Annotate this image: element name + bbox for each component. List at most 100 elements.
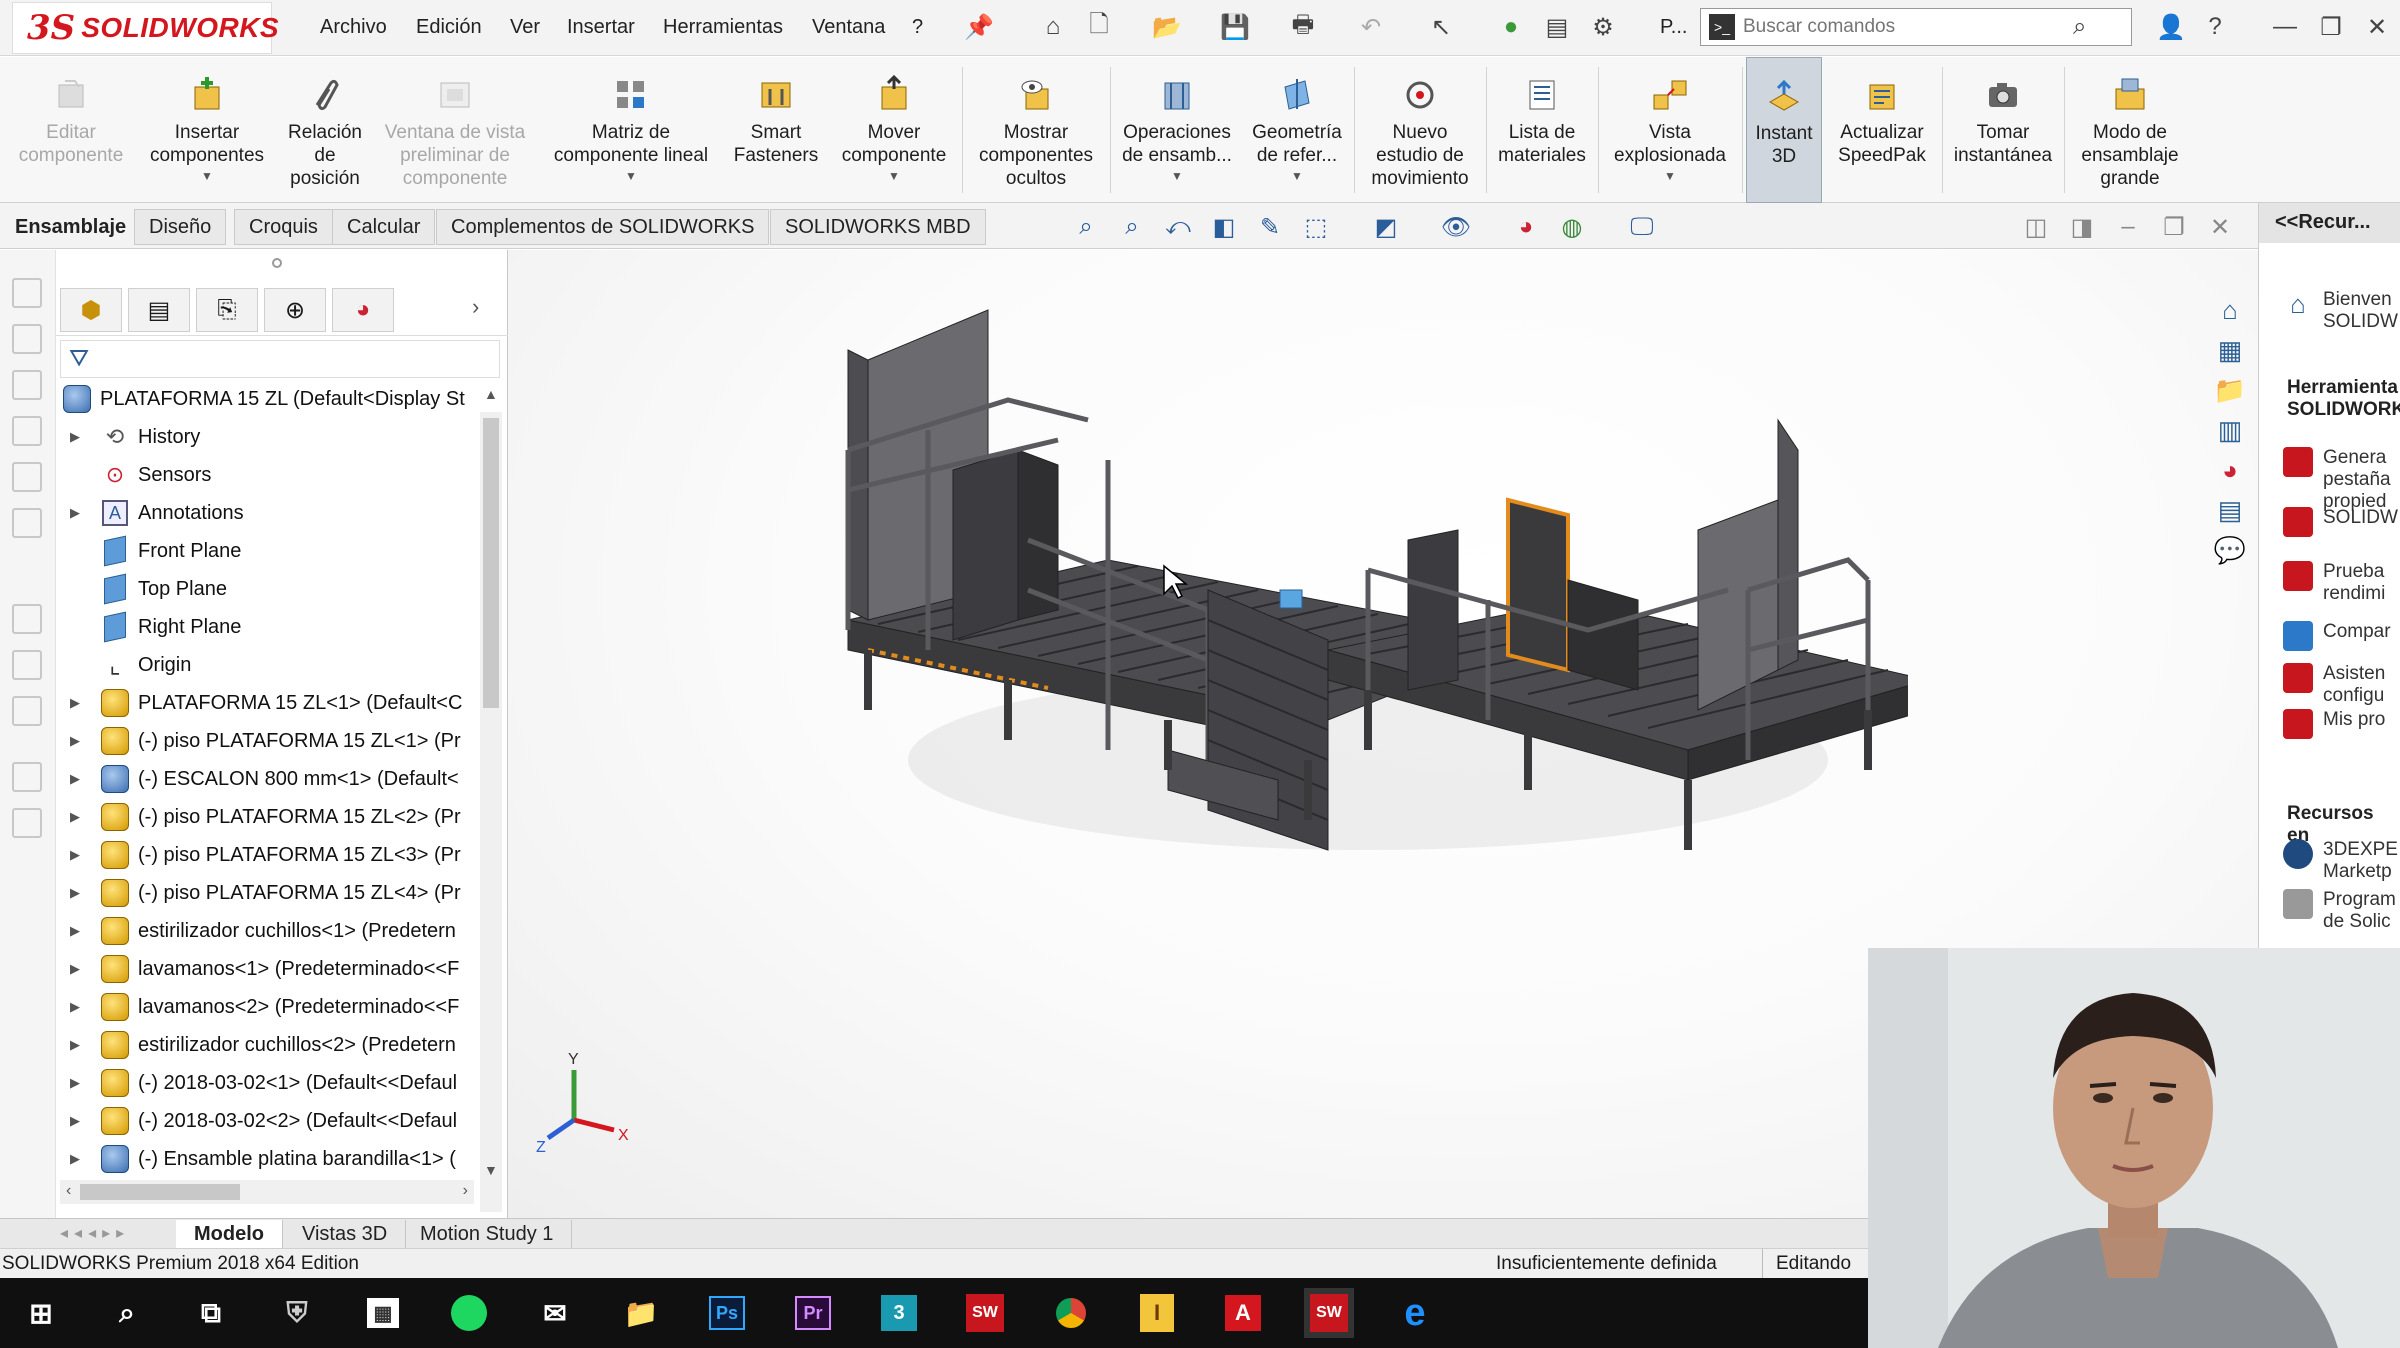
tree-item[interactable]: ▶ estirilizador cuchillos<1> (Predetern [56, 912, 476, 950]
operaciones-ensamblaje-button[interactable]: Operaciones de ensamb... ▼ [1114, 57, 1240, 203]
insertar-componentes-button[interactable]: Insertar componentes ▼ [140, 57, 274, 203]
display-style-icon[interactable]: ◩ [1368, 209, 1404, 245]
tree-item[interactable]: ▶ lavamanos<1> (Predeterminado<<F [56, 950, 476, 988]
solidworks-2018-icon[interactable]: SW [960, 1288, 1010, 1338]
acrobat-icon[interactable]: A [1218, 1288, 1268, 1338]
custom-properties-icon[interactable]: ▤ [2210, 490, 2250, 530]
tool-icon[interactable] [12, 370, 42, 400]
tree-item[interactable]: ▶ (-) piso PLATAFORMA 15 ZL<4> (Pr [56, 874, 476, 912]
filter-icon[interactable]: ⛛ [69, 345, 89, 373]
tree-item[interactable]: ⊙ Sensors [56, 456, 476, 494]
expand-arrow-icon[interactable]: ▶ [70, 695, 90, 711]
chevron-down-icon[interactable]: ▼ [1664, 169, 1676, 183]
expand-arrow-icon[interactable]: ▶ [70, 961, 90, 977]
previous-view-icon[interactable]: ⤺ [1160, 209, 1196, 245]
welcome-item[interactable]: ⌂ Bienven SOLIDW [2283, 289, 2398, 333]
menu-truncated-tool[interactable]: P... [1660, 16, 1687, 39]
spotify-icon[interactable] [444, 1288, 494, 1338]
store-icon[interactable]: ▦ [358, 1288, 408, 1338]
tool-icon[interactable] [12, 650, 42, 680]
chevron-down-icon[interactable]: ▼ [201, 169, 213, 183]
file-properties-icon[interactable]: ▤ [1540, 10, 1574, 44]
open-icon[interactable]: 📂 [1150, 10, 1184, 44]
tomar-instantanea-button[interactable]: Tomar instantánea [1946, 57, 2060, 203]
mover-componente-button[interactable]: Mover componente ▼ [830, 57, 958, 203]
panel-pin-dot[interactable] [272, 258, 282, 268]
expand-arrow-icon[interactable]: ▶ [70, 429, 90, 445]
doc-close-icon[interactable]: ✕ [2202, 209, 2238, 245]
search-input[interactable] [1743, 16, 2063, 38]
file-explorer-icon[interactable]: 📁 [2210, 370, 2250, 410]
expand-arrow-icon[interactable]: ▶ [70, 1075, 90, 1091]
mail-icon[interactable]: ✉ [530, 1288, 580, 1338]
tree-scroll-thumb[interactable] [483, 418, 499, 708]
chevron-down-icon[interactable]: ▼ [1171, 169, 1183, 183]
expand-arrow-icon[interactable]: ▶ [70, 505, 90, 521]
tool-item[interactable]: Prueba rendimi [2283, 561, 2385, 605]
tree-filter[interactable]: ⛛ [60, 340, 500, 378]
task-pane-title[interactable]: <<Recur... [2259, 203, 2400, 243]
dynamic-annotation-icon[interactable]: ✎ [1252, 209, 1288, 245]
forum-icon[interactable]: 💬 [2210, 530, 2250, 570]
undo-icon[interactable]: ↶ [1354, 10, 1388, 44]
mostrar-ocultos-button[interactable]: Mostrar componentes ocultos [966, 57, 1106, 203]
premiere-icon[interactable]: Pr [788, 1288, 838, 1338]
solidworks-active-icon[interactable]: SW [1304, 1288, 1354, 1338]
tool-icon[interactable] [12, 604, 42, 634]
scroll-left-icon[interactable]: ‹ [66, 1182, 71, 1200]
tree-item[interactable]: ▶ (-) Ensamble platina barandilla<1> ( [56, 1140, 476, 1178]
tool-icon[interactable] [12, 508, 42, 538]
scroll-down-icon[interactable]: ▼ [484, 1162, 498, 1178]
scroll-up-icon[interactable]: ▲ [484, 386, 498, 402]
featuremanager-tab-icon[interactable]: ⬢ [60, 288, 122, 332]
search-icon[interactable]: ⌕ [2073, 13, 2086, 41]
expand-arrow-icon[interactable]: ▶ [70, 847, 90, 863]
expand-arrow-icon[interactable]: ▶ [70, 1037, 90, 1053]
ilustration-app-icon[interactable]: I [1132, 1288, 1182, 1338]
tree-item[interactable]: Top Plane [56, 570, 476, 608]
expand-arrow-icon[interactable]: ▶ [70, 1113, 90, 1129]
view-orientation-icon[interactable]: ⬚ [1298, 209, 1334, 245]
scroll-right-icon[interactable]: › [463, 1182, 468, 1200]
horizontal-scroll-thumb[interactable] [80, 1184, 240, 1200]
tree-item[interactable]: ▶ PLATAFORMA 15 ZL<1> (Default<C [56, 684, 476, 722]
tree-horizontal-scrollbar[interactable]: ‹ › [60, 1180, 474, 1204]
platform-assembly-model[interactable] [808, 290, 1908, 930]
tool-icon[interactable] [12, 762, 42, 792]
task-view-icon[interactable]: ⧉ [186, 1288, 236, 1338]
command-search-box[interactable]: >_ ⌕ [1700, 8, 2132, 46]
tool-item[interactable]: SOLIDW [2283, 507, 2398, 537]
chevron-down-icon[interactable]: ▼ [1291, 169, 1303, 183]
menu-ver[interactable]: Ver [510, 16, 540, 39]
help-icon[interactable]: ? [2198, 10, 2232, 44]
hide-show-items-icon[interactable]: 👁 [1438, 209, 1474, 245]
restore-window-icon[interactable]: ❐ [2314, 10, 2348, 44]
search-icon[interactable]: ⌕ [102, 1288, 152, 1338]
new-document-icon[interactable]: 🗋 [1082, 10, 1116, 44]
displaymanager-tab-icon[interactable]: ◕ [332, 288, 394, 332]
apply-scene-icon[interactable]: ◍ [1554, 209, 1590, 245]
file-explorer-icon[interactable]: 📁 [616, 1288, 666, 1338]
rebuild-icon[interactable]: ● [1494, 10, 1528, 44]
lista-materiales-button[interactable]: Lista de materiales [1490, 57, 1594, 203]
view-palette-icon[interactable]: ▥ [2210, 410, 2250, 450]
chevron-down-icon[interactable]: ▼ [888, 169, 900, 183]
menu-ventana[interactable]: Ventana [812, 16, 885, 39]
select-icon[interactable]: ↖ [1424, 10, 1458, 44]
expand-arrow-icon[interactable]: ▶ [70, 1151, 90, 1167]
instant-3d-button[interactable]: Instant 3D [1746, 57, 1822, 203]
tool-item[interactable]: Compar [2283, 621, 2391, 651]
home-icon[interactable]: ⌂ [1036, 10, 1070, 44]
expand-arrow-icon[interactable]: ▶ [70, 771, 90, 787]
tool-icon[interactable] [12, 278, 42, 308]
chrome-icon[interactable] [1046, 1288, 1096, 1338]
tab-motion-study[interactable]: Motion Study 1 [402, 1220, 573, 1248]
zoom-area-icon[interactable]: ⌕ [1114, 209, 1150, 245]
save-icon[interactable]: 💾 [1218, 10, 1252, 44]
zoom-to-fit-icon[interactable]: ⌕ [1068, 209, 1104, 245]
minimize-window-icon[interactable]: — [2268, 10, 2302, 44]
vista-preliminar-button[interactable]: Ventana de vista preliminar de component… [376, 57, 534, 203]
doc-restore-icon[interactable]: ❐ [2156, 209, 2192, 245]
menu-herramientas[interactable]: Herramientas [663, 16, 783, 39]
chevron-right-icon[interactable]: › [472, 294, 479, 320]
